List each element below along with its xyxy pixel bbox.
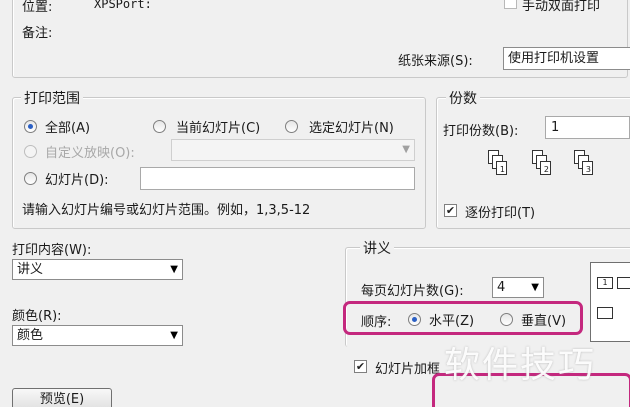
manual-duplex-label: 手动双面打印	[522, 0, 601, 14]
slides-per-page-value: 4	[497, 280, 506, 295]
slides-per-page-select[interactable]: 4 ▼	[492, 277, 544, 298]
preview-slide-1: 1	[597, 277, 613, 289]
frame-slides-label: 幻灯片加框	[375, 362, 441, 377]
range-all-label: 全部(A)	[45, 121, 91, 136]
print-range-legend: 打印范围	[21, 88, 83, 108]
collate-label: 逐份打印(T)	[465, 206, 536, 221]
copies-legend: 份数	[446, 88, 480, 108]
handouts-legend: 讲义	[360, 238, 394, 258]
collate-set-1-icon: 1	[488, 150, 514, 184]
slides-per-page-label: 每页幻灯片数(G):	[361, 284, 464, 299]
preview-button[interactable]: 预览(E)	[12, 388, 112, 407]
range-slides-label: 幻灯片(D):	[45, 173, 109, 188]
chevron-down-icon: ▼	[170, 264, 178, 275]
print-what-label: 打印内容(W):	[12, 243, 92, 258]
paper-source-select[interactable]: 使用打印机设置	[503, 47, 630, 70]
copies-count-value: 1	[551, 120, 560, 135]
preview-slide-3	[597, 307, 613, 319]
print-what-value: 讲义	[17, 262, 44, 277]
color-value: 颜色	[17, 328, 44, 343]
range-selected-slides-radio[interactable]	[285, 120, 298, 133]
print-what-select[interactable]: 讲义 ▼	[12, 259, 183, 280]
comment-label: 备注:	[22, 26, 53, 41]
chevron-down-icon: ▼	[170, 330, 178, 341]
custom-show-select[interactable]: ▼	[171, 139, 415, 161]
collate-checkbox[interactable]: ✔	[444, 204, 457, 217]
handout-layout-preview: 1	[590, 262, 630, 342]
range-selected-slides-label: 选定幻灯片(N)	[309, 121, 394, 136]
order-highlight	[343, 301, 583, 335]
collate-set-3-icon: 3	[574, 150, 600, 184]
range-hint: 请输入幻灯片编号或幻灯片范围。例如，1,3,5-12	[22, 203, 311, 218]
watermark-text: 软件技巧	[444, 345, 597, 386]
chevron-down-icon: ▼	[531, 282, 539, 293]
location-value: XPSPort:	[94, 0, 152, 11]
location-label: 位置:	[22, 0, 53, 15]
range-all-radio[interactable]	[24, 120, 37, 133]
range-custom-show-radio[interactable]	[24, 145, 37, 158]
range-current-slide-radio[interactable]	[153, 120, 166, 133]
collate-front-page: 3	[582, 161, 593, 175]
preview-button-label: 预览(E)	[39, 392, 85, 407]
preview-slide-2	[617, 277, 630, 289]
range-custom-show-label: 自定义放映(O):	[45, 146, 135, 161]
range-slides-radio[interactable]	[24, 172, 37, 185]
slides-range-input[interactable]	[140, 167, 415, 190]
range-current-slide-label: 当前幻灯片(C)	[176, 121, 261, 136]
collate-front-page: 1	[496, 161, 507, 175]
color-select[interactable]: 颜色 ▼	[12, 325, 183, 346]
copies-count-label: 打印份数(B):	[443, 124, 519, 139]
collate-front-page: 2	[540, 161, 551, 175]
paper-source-value: 使用打印机设置	[508, 51, 600, 66]
manual-duplex-checkbox[interactable]	[504, 0, 517, 9]
color-label: 颜色(R):	[12, 309, 62, 324]
chevron-down-icon: ▼	[402, 144, 410, 155]
collate-set-2-icon: 2	[532, 150, 558, 184]
copies-count-input[interactable]: 1	[545, 116, 630, 139]
frame-slides-checkbox[interactable]: ✔	[354, 360, 367, 373]
paper-source-label: 纸张来源(S):	[398, 54, 473, 69]
